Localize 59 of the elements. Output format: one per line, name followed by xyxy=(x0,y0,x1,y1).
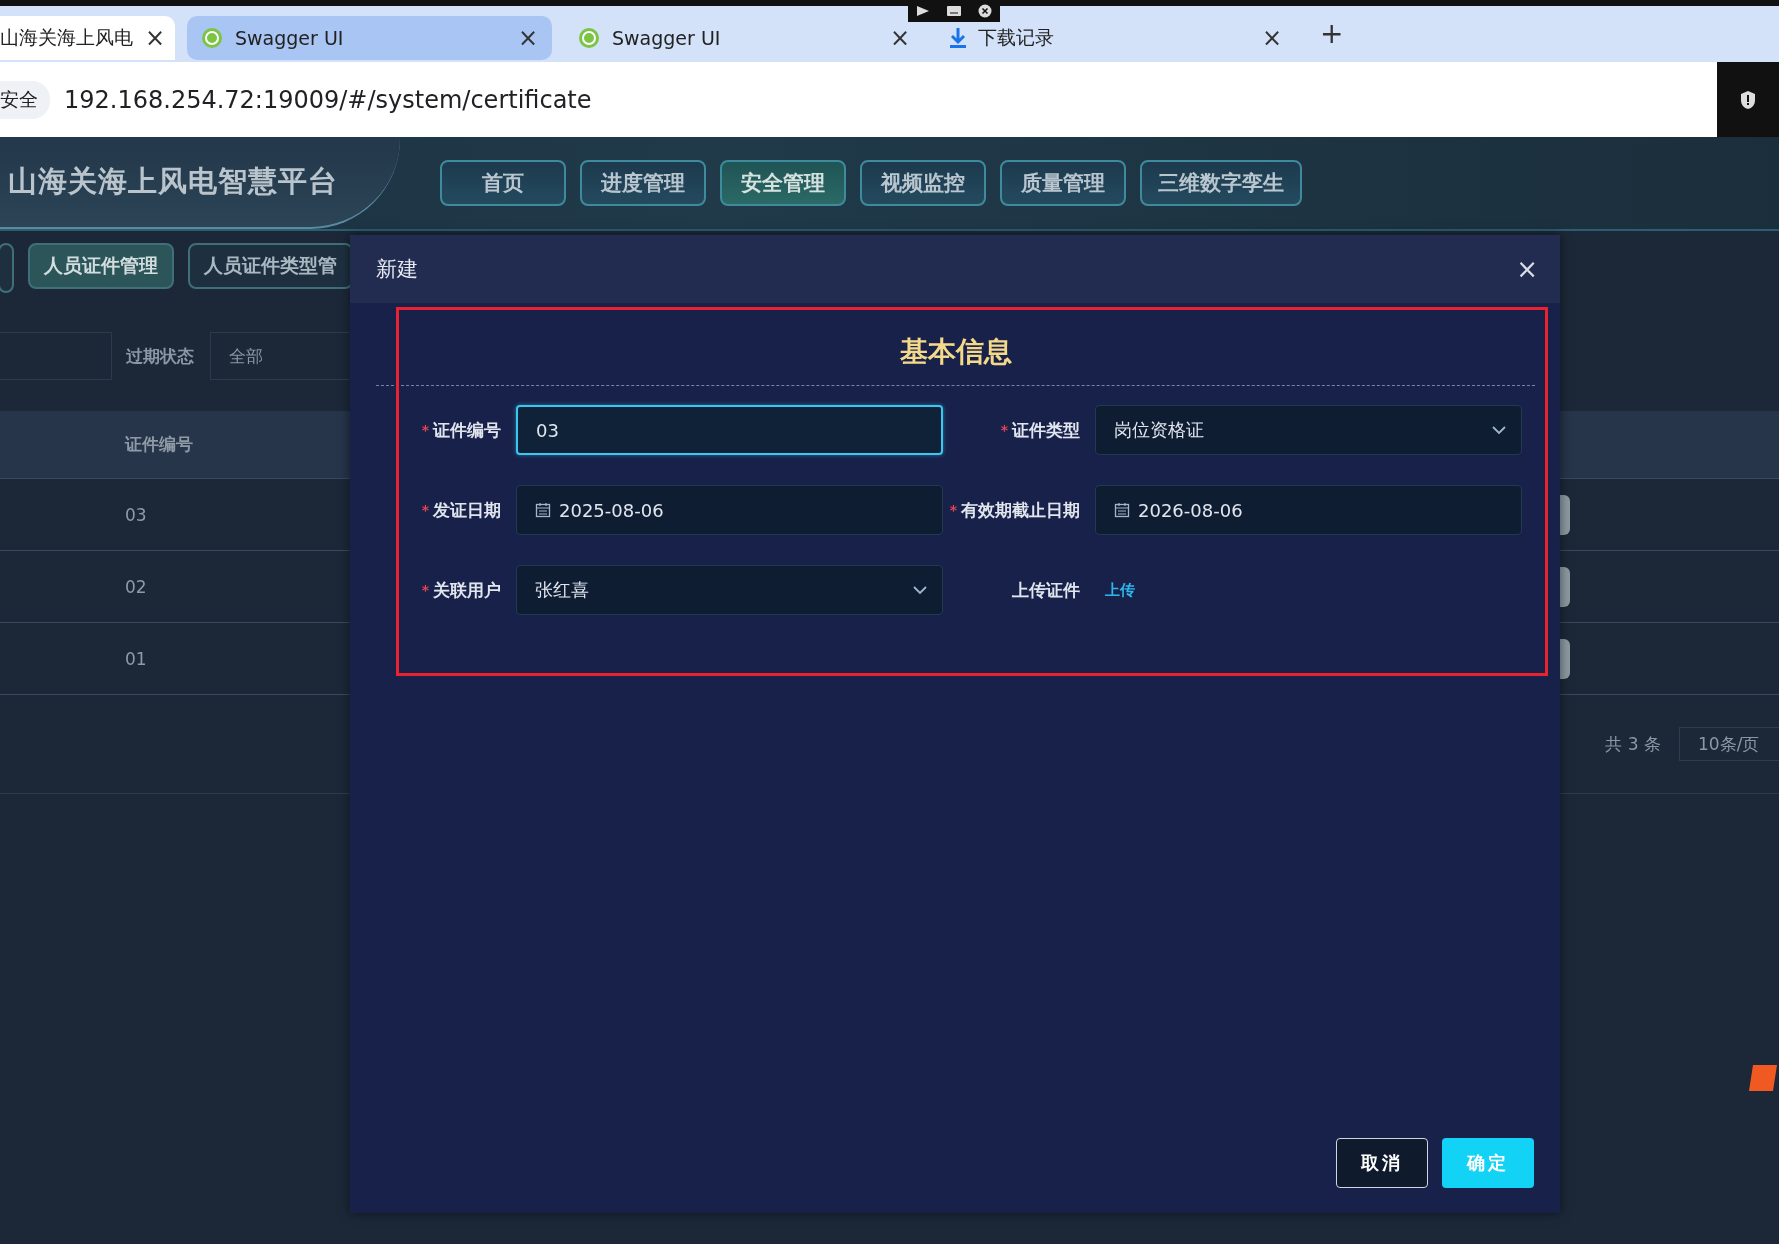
browser-tab[interactable]: 山海关海上风电 × xyxy=(0,16,175,60)
cancel-button[interactable]: 取消 xyxy=(1336,1138,1428,1188)
required-mark: * xyxy=(949,502,957,518)
select-field[interactable]: 张红喜 xyxy=(516,565,943,615)
date-field[interactable]: 2025-08-06 xyxy=(516,485,943,535)
nav-button[interactable]: 首页 xyxy=(440,160,566,206)
tab-edge[interactable] xyxy=(0,243,14,293)
calendar-icon xyxy=(535,502,551,518)
shield-icon[interactable] xyxy=(1739,89,1757,110)
ime-logo-icon[interactable] xyxy=(1747,1063,1779,1093)
new-tab-button[interactable]: + xyxy=(1320,16,1344,50)
section-title: 基本信息 xyxy=(898,334,1013,370)
date-field[interactable]: 2026-08-06 xyxy=(1095,485,1522,535)
close-button[interactable]: × xyxy=(1516,254,1538,284)
select-field[interactable]: 岗位资格证 xyxy=(1095,405,1522,455)
close-tab-icon[interactable]: × xyxy=(1261,24,1282,52)
filter-label: 过期状态 xyxy=(126,344,194,368)
field-label: 上传证件 xyxy=(1011,578,1081,602)
nav-button[interactable]: 视频监控 xyxy=(860,160,986,206)
browser-tab[interactable]: Swagger UI × xyxy=(564,16,924,60)
field-label: * 证件类型 xyxy=(999,418,1081,442)
upload-link[interactable]: 上传 xyxy=(1105,580,1135,600)
nav-button[interactable]: 安全管理 xyxy=(720,160,846,206)
nav-button[interactable]: 三维数字孪生 xyxy=(1140,160,1302,206)
total-count: 共 3 条 xyxy=(1605,732,1661,756)
field-label: * 有效期截止日期 xyxy=(948,498,1081,522)
close-tab-icon[interactable]: × xyxy=(889,24,910,52)
browser-tab[interactable]: Swagger UI × xyxy=(187,16,552,60)
security-badge[interactable]: 安全 xyxy=(0,80,50,119)
required-mark: * xyxy=(421,502,429,518)
close-tab-icon[interactable]: × xyxy=(145,24,166,52)
nav-button[interactable]: 进度管理 xyxy=(580,160,706,206)
required-mark: * xyxy=(421,422,429,438)
browser-tab[interactable]: 下载记录 × xyxy=(936,16,1296,60)
input-field[interactable]: 03 xyxy=(516,405,943,455)
field-label: * 发证日期 xyxy=(420,498,502,522)
field-label: * 关联用户 xyxy=(420,578,502,602)
table-cell: 03 xyxy=(125,504,147,525)
required-mark: * xyxy=(421,582,429,598)
calendar-icon xyxy=(1114,502,1130,518)
dialog-title: 新建 xyxy=(376,256,418,283)
page-size-select[interactable]: 10条/页 xyxy=(1679,727,1779,761)
close-tab-icon[interactable]: × xyxy=(517,24,538,52)
column-header: 证件编号 xyxy=(125,433,193,456)
close-icon[interactable] xyxy=(978,4,992,18)
page-tab[interactable]: 人员证件类型管 xyxy=(188,243,353,289)
app-title: 山海关海上风电智慧平台 xyxy=(7,163,338,200)
keyboard-icon[interactable] xyxy=(946,5,962,17)
page-tab[interactable]: 人员证件管理 xyxy=(28,243,174,289)
nav-button[interactable]: 质量管理 xyxy=(1000,160,1126,206)
chevron-down-icon xyxy=(1491,425,1507,435)
table-cell: 02 xyxy=(125,576,147,597)
field-label: * 证件编号 xyxy=(420,418,502,442)
required-mark: * xyxy=(1000,422,1008,438)
chevron-down-icon xyxy=(912,585,928,595)
address-bar[interactable]: 192.168.254.72:19009/#/system/certificate xyxy=(64,85,592,114)
download-icon xyxy=(950,28,966,48)
cursor-icon[interactable] xyxy=(916,5,930,17)
table-cell: 01 xyxy=(125,648,147,669)
